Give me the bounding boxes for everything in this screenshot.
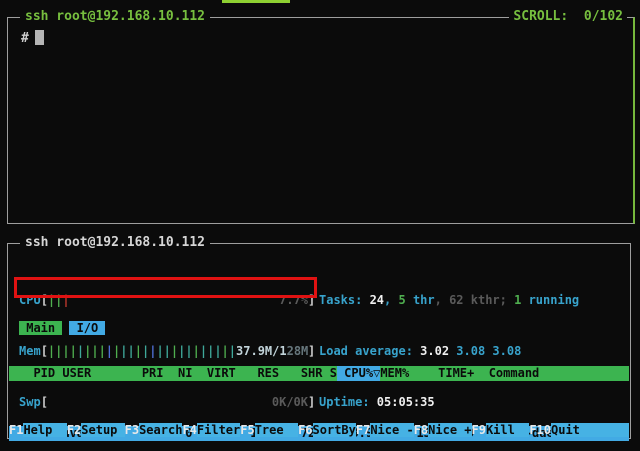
fkey-nice-plus[interactable]: F8Nice +	[414, 423, 472, 437]
scroll-indicator: SCROLL: 0/102	[509, 9, 627, 24]
prompt-char: #	[21, 31, 29, 46]
fkey-search[interactable]: F3Search	[125, 423, 183, 437]
video-progress-strip	[222, 0, 290, 3]
pane-htop[interactable]: ssh root@192.168.10.112 CPU[|||7.7%] Mem…	[7, 243, 631, 439]
pane-title-shell: ssh root@192.168.10.112	[20, 9, 210, 24]
fkey-sortby[interactable]: F6SortBy	[298, 423, 356, 437]
fkey-kill[interactable]: F9Kill	[472, 423, 530, 437]
cpu-meter: CPU[|||7.7%]	[19, 292, 315, 309]
text-cursor	[35, 30, 44, 45]
tab-main[interactable]: Main	[19, 321, 62, 335]
fkey-filter[interactable]: F4Filter	[182, 423, 240, 437]
fkey-setup[interactable]: F2Setup	[67, 423, 125, 437]
tasks-line: Tasks: 24, 5 thr, 62 kthr; 1 running	[319, 292, 579, 309]
fkey-help[interactable]: F1Help	[9, 423, 67, 437]
table-header-row[interactable]: PID USER PRI NI VIRT RES SHR S CPU%▽MEM%…	[9, 366, 629, 381]
fkey-quit[interactable]: F10Quit	[529, 423, 629, 437]
cpu-meter-label: CPU	[19, 292, 41, 309]
fkey-nice-minus[interactable]: F7Nice -	[356, 423, 414, 437]
terminal-screen: ssh root@192.168.10.112 SCROLL: 0/102 # …	[0, 0, 640, 451]
htop-app: CPU[|||7.7%] Mem[|||||||||||||||||||||||…	[8, 244, 630, 438]
cpu-meter-bars: |||	[48, 292, 70, 309]
sort-column-header[interactable]: CPU%▽	[337, 366, 380, 381]
fkey-tree[interactable]: F5Tree	[240, 423, 298, 437]
tab-io[interactable]: I/O	[69, 321, 105, 335]
htop-tabs: Main I/O	[19, 321, 105, 335]
pane-shell[interactable]: ssh root@192.168.10.112 SCROLL: 0/102 #	[7, 17, 635, 224]
function-key-bar: F1Help F2Setup F3Search F4Filter F5Tree …	[9, 423, 629, 437]
cpu-meter-value: 7.7%	[279, 292, 308, 309]
shell-prompt[interactable]: #	[21, 30, 44, 46]
sort-arrow-icon: ▽	[373, 366, 380, 380]
